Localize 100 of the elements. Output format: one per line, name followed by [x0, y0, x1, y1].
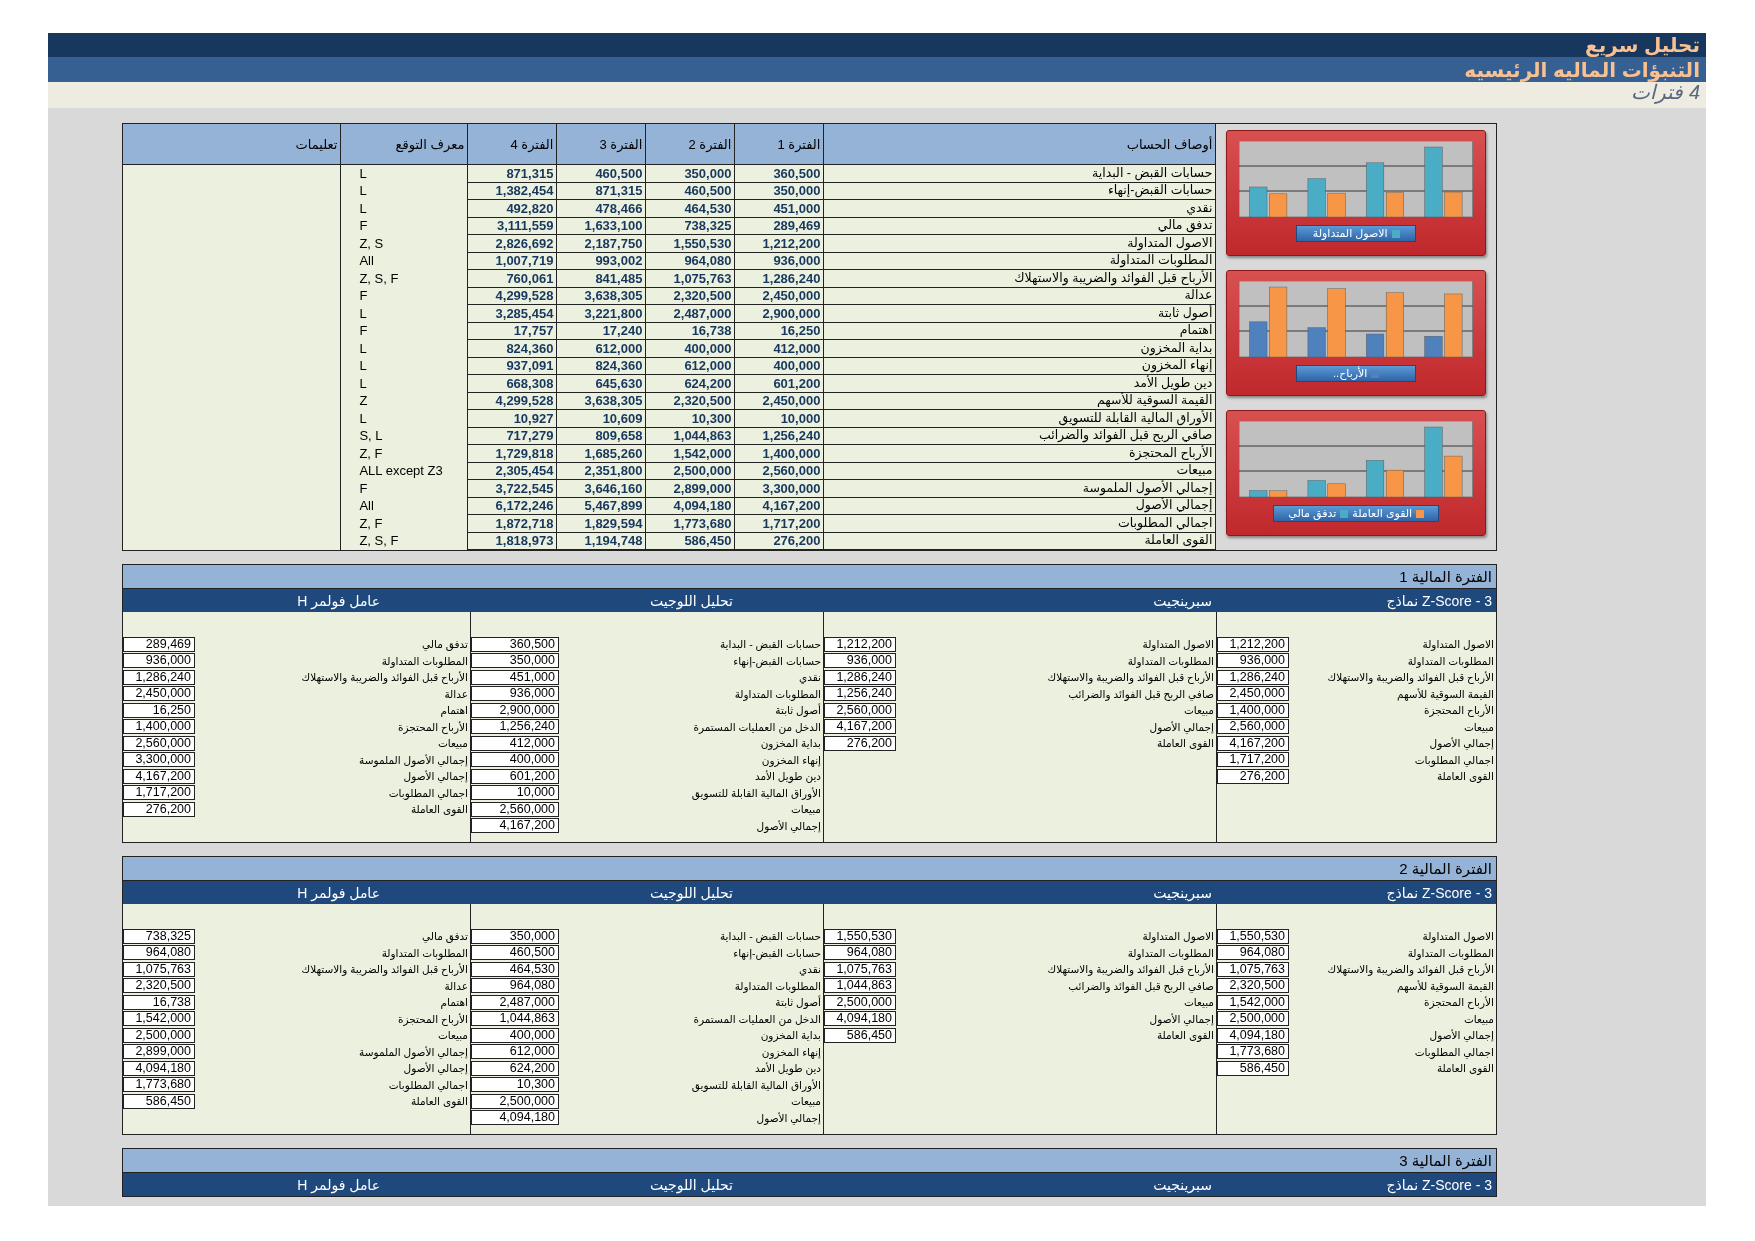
value-cell: 936,000: [824, 653, 896, 669]
item-label: إجمالي الأصول: [1149, 720, 1214, 733]
table-cell: L: [340, 339, 468, 357]
table-cell: 964,080: [645, 252, 735, 270]
table-cell: F: [340, 479, 468, 497]
item-label: القيمة السوقية للأسهم: [1397, 687, 1494, 700]
value-cell: 1,286,240: [1217, 669, 1289, 685]
table-cell: 5,467,899: [556, 497, 646, 515]
item-label: القوى العاملة: [1436, 1062, 1494, 1075]
value-cell: 1,542,000: [123, 1011, 195, 1027]
value-cell: 964,080: [471, 978, 559, 994]
value-cell: 2,487,000: [471, 994, 559, 1010]
value-cell: 1,256,240: [824, 686, 896, 702]
item-label: المطلوبات المتداولة: [381, 946, 468, 959]
item-label: إجمالي الأصول: [403, 1062, 468, 1075]
chart-bar: [1386, 469, 1405, 497]
table-cell: 1,542,000: [645, 444, 735, 462]
item-label: الأرباح المحتجزة: [398, 720, 468, 733]
item-label: المطلوبات المتداولة: [1127, 946, 1214, 959]
period-title: الفترة المالية 2: [1399, 859, 1492, 878]
table-cell: الأوراق المالية القابلة للتسويق: [823, 409, 1216, 427]
value-cell: 4,094,180: [471, 1110, 559, 1126]
table-cell: القيمة السوقية للأسهم: [823, 392, 1216, 410]
value-cell: 16,738: [123, 994, 195, 1010]
value-cell: 289,469: [123, 636, 195, 652]
table-cell: 1,400,000: [734, 444, 824, 462]
table-cell: 1,818,973: [467, 532, 557, 550]
table-cell: 1,044,863: [645, 427, 735, 445]
item-label: الأرباح المحتجزة: [1424, 996, 1494, 1009]
item-label: أصول ثابتة: [775, 996, 821, 1009]
value-cell: 964,080: [824, 945, 896, 961]
value-cell: 2,560,000: [123, 735, 195, 751]
table-cell: أصول ثابتة: [823, 304, 1216, 322]
value-cell: 586,450: [123, 1093, 195, 1109]
model-title: سبرينجيت: [1153, 1176, 1212, 1193]
table-cell: 2,450,000: [734, 392, 824, 410]
item-label: إنهاء المخزون: [761, 753, 821, 766]
table-cell: 400,000: [734, 357, 824, 375]
value-cell: 1,044,863: [471, 1011, 559, 1027]
table-cell: 10,000: [734, 409, 824, 427]
table-cell: 350,000: [734, 182, 824, 200]
item-label: مبيعات: [1183, 996, 1214, 1009]
table-cell: 1,829,594: [556, 514, 646, 532]
item-label: الأوراق المالية القابلة للتسويق: [691, 786, 821, 799]
table-cell: 3,111,559: [467, 217, 557, 235]
item-label: القوى العاملة: [410, 1095, 468, 1108]
table-cell: F: [340, 217, 468, 235]
table-cell: 2,900,000: [734, 304, 824, 322]
value-cell: 586,450: [1217, 1060, 1289, 1076]
legend-label: تدفق مالي: [1288, 507, 1337, 520]
table-cell: 478,466: [556, 199, 646, 217]
value-cell: 2,560,000: [471, 801, 559, 817]
table-cell: 2,187,750: [556, 234, 646, 252]
value-cell: 1,256,240: [471, 719, 559, 735]
item-label: الدخل من العمليات المستمرة: [693, 1012, 821, 1025]
table-cell: اجمالي المطلوبات: [823, 514, 1216, 532]
item-label: مبيعات: [1463, 720, 1494, 733]
table-cell: إجمالي الأصول: [823, 497, 1216, 515]
table-cell: 841,485: [556, 269, 646, 287]
table-cell: 1,007,719: [467, 252, 557, 270]
item-label: اجمالي المطلوبات: [388, 1078, 468, 1091]
value-cell: 1,717,200: [1217, 752, 1289, 768]
item-label: الأرباح قبل الفوائد والضريبة والاستهلاك: [301, 963, 468, 976]
table-cell: عدالة: [823, 287, 1216, 305]
value-cell: 1,550,530: [824, 928, 896, 944]
value-cell: 1,773,680: [1217, 1044, 1289, 1060]
table-cell: 3,221,800: [556, 304, 646, 322]
item-label: عدالة: [444, 979, 468, 992]
value-cell: 10,300: [471, 1077, 559, 1093]
value-cell: 964,080: [1217, 945, 1289, 961]
table-cell: 6,172,246: [467, 497, 557, 515]
model-title: عامل فولمر H: [297, 592, 380, 609]
table-cell: 10,927: [467, 409, 557, 427]
column-header: تعليمات: [123, 124, 341, 165]
item-label: إجمالي الأصول: [1149, 1012, 1214, 1025]
table-cell: حسابات القبض - البداية: [823, 164, 1216, 182]
table-cell: 1,075,763: [645, 269, 735, 287]
table-cell: صافي الربح قبل الفوائد والضرائب: [823, 427, 1216, 445]
value-cell: 4,094,180: [1217, 1027, 1289, 1043]
value-cell: 4,167,200: [824, 719, 896, 735]
table-cell: 1,872,718: [467, 514, 557, 532]
value-cell: 10,000: [471, 785, 559, 801]
item-label: اجمالي المطلوبات: [1414, 753, 1494, 766]
value-cell: 350,000: [471, 653, 559, 669]
table-cell: 4,167,200: [734, 497, 824, 515]
item-label: بداية المخزون: [760, 1029, 821, 1042]
table-cell: 1,256,240: [734, 427, 824, 445]
table-cell: All: [340, 252, 468, 270]
table-cell: 824,360: [467, 339, 557, 357]
table-cell: 2,826,692: [467, 234, 557, 252]
period-title: الفترة المالية 3: [1399, 1151, 1492, 1170]
table-cell: الاصول المتداولة: [823, 234, 1216, 252]
table-cell: Z, F: [340, 444, 468, 462]
table-cell: 460,500: [645, 182, 735, 200]
table-cell: 17,757: [467, 322, 557, 340]
item-label: القيمة السوقية للأسهم: [1397, 979, 1494, 992]
item-label: أصول ثابتة: [775, 704, 821, 717]
table-cell: 3,722,545: [467, 479, 557, 497]
table-cell: 17,240: [556, 322, 646, 340]
item-label: نقدي: [799, 671, 821, 684]
